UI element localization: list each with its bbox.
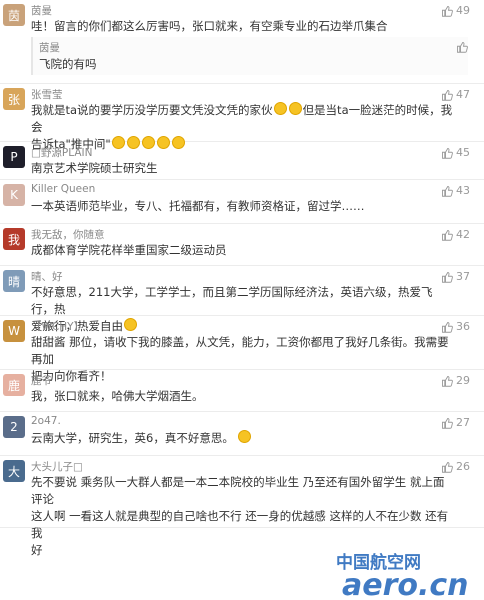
- thumb-up-icon: [442, 417, 453, 429]
- avatar[interactable]: K: [3, 184, 25, 206]
- like-count: 37: [456, 270, 470, 283]
- comment-item: W 【WCHY】 36 甜甜酱 那位，请收下我的膝盖，从文凭，能力，工资你都甩了我好几…: [0, 316, 484, 383]
- comment-text: 成都体育学院花样举重国家二级运动员: [31, 243, 227, 257]
- avatar[interactable]: 晴: [3, 270, 25, 292]
- grin-emoji-icon: [288, 102, 302, 115]
- thumb-up-icon: [442, 461, 453, 473]
- comment-text: 先不要说 乘务队一大群人都是一本二本院校的毕业生 乃至还有国外留学生 就上面评论: [31, 475, 445, 506]
- like-button[interactable]: 49: [441, 4, 470, 17]
- reply-like-button[interactable]: [456, 41, 468, 53]
- comment-item: 鹿鹿爷 29 我，张口就来，哈佛大学烟酒生。: [0, 370, 484, 412]
- username[interactable]: 鹿爷: [31, 373, 52, 388]
- thumb-up-icon: [442, 229, 453, 241]
- avatar[interactable]: 张: [3, 88, 25, 110]
- username[interactable]: 【WCHY】: [31, 319, 84, 334]
- comment-body: 一本英语师范毕业，专八、托福都有，有教师资格证，留过学……: [31, 198, 454, 215]
- like-button[interactable]: 36: [441, 320, 470, 333]
- avatar[interactable]: 茵: [3, 4, 25, 26]
- like-button[interactable]: 43: [441, 184, 470, 197]
- like-button[interactable]: 29: [441, 374, 470, 387]
- comment-item: 大大头儿子□ 26 先不要说 乘务队一大群人都是一本二本院校的毕业生 乃至还有国外留…: [0, 456, 484, 557]
- username[interactable]: 大头儿子□: [31, 459, 83, 474]
- comment-body: 我，张口就来，哈佛大学烟酒生。: [31, 388, 454, 405]
- comment-text: 一本英语师范毕业，专八、托福都有，有教师资格证，留过学……: [31, 199, 365, 213]
- comment-text: 我，张口就来，哈佛大学烟酒生。: [31, 389, 204, 403]
- comment-body: 先不要说 乘务队一大群人都是一本二本院校的毕业生 乃至还有国外留学生 就上面评论…: [31, 474, 454, 559]
- comment-body: 南京艺术学院硕士研究生: [31, 160, 454, 177]
- like-button[interactable]: 37: [441, 270, 470, 283]
- like-count: 29: [456, 374, 470, 387]
- like-button[interactable]: 45: [441, 146, 470, 159]
- comment-text-line2: 这人啊 一看这人就是典型的自己啥也不行 还一身的优越感 这样的人不在少数 还有 …: [31, 509, 449, 540]
- comment-body: 成都体育学院花样举重国家二级运动员: [31, 242, 454, 259]
- like-button[interactable]: 27: [441, 416, 470, 429]
- reply-username[interactable]: 茵曼: [39, 40, 60, 55]
- sweat-emoji-icon: [238, 430, 252, 443]
- reply-item: 茵曼 飞院的有吗: [31, 37, 468, 75]
- like-count: 27: [456, 416, 470, 429]
- comment-text: 甜甜酱 那位，请收下我的膝盖，从文凭，能力，工资你都甩了我好几条街。我需要再加: [31, 335, 449, 366]
- thumb-up-icon: [457, 42, 468, 53]
- thumb-up-icon: [442, 375, 453, 387]
- grin-emoji-icon: [273, 102, 287, 115]
- comment-item: P □野源PLAIN 45 南京艺术学院硕士研究生: [0, 142, 484, 180]
- username[interactable]: Killer Queen: [31, 183, 95, 195]
- thumb-up-icon: [442, 5, 453, 17]
- like-count: 43: [456, 184, 470, 197]
- avatar[interactable]: 我: [3, 228, 25, 250]
- comment-text-line3: 好: [31, 543, 43, 557]
- username[interactable]: 茵曼: [31, 3, 52, 18]
- avatar[interactable]: P: [3, 146, 25, 168]
- comment-body: 云南大学，研究生，英6，真不好意思。: [31, 430, 454, 447]
- username[interactable]: 我无敌，你随意: [31, 227, 105, 242]
- avatar[interactable]: W: [3, 320, 25, 342]
- comment-item: K Killer Queen 43 一本英语师范毕业，专八、托福都有，有教师资格证，留…: [0, 180, 484, 224]
- like-count: 26: [456, 460, 470, 473]
- comment-item: 我我无敌，你随意 42 成都体育学院花样举重国家二级运动员: [0, 224, 484, 266]
- comment-text: 不好意思，211大学，工学学士，而且第二学历国际经济法，英语六级，热爱飞行，热: [31, 285, 433, 316]
- like-button[interactable]: 47: [441, 88, 470, 101]
- username[interactable]: □野源PLAIN: [31, 145, 92, 160]
- comment-item: 晴晴、好 37 不好意思，211大学，工学学士，而且第二学历国际经济法，英语六级，热…: [0, 266, 484, 333]
- username[interactable]: 2o47.: [31, 415, 61, 427]
- comment-text: 云南大学，研究生，英6，真不好意思。: [31, 431, 234, 445]
- avatar[interactable]: 2: [3, 416, 25, 438]
- watermark-line2: aero.cn: [342, 568, 469, 600]
- thumb-up-icon: [442, 89, 453, 101]
- thumb-up-icon: [442, 147, 453, 159]
- comment-text: 我就是ta说的要学历没学历要文凭没文凭的家伙: [31, 103, 273, 117]
- like-count: 36: [456, 320, 470, 333]
- comment-item: 茵茵曼 49 哇！留言的你们都这么厉害吗，张口就来，有空乘专业的石边举爪集合 茵曼 飞院…: [0, 0, 484, 84]
- username[interactable]: 张雪莹: [31, 87, 63, 102]
- thumb-up-icon: [442, 185, 453, 197]
- avatar[interactable]: 大: [3, 460, 25, 482]
- watermark-logo: 中国航空网 aero.cn: [336, 552, 469, 600]
- comment-item: 2 2o47. 27 云南大学，研究生，英6，真不好意思。: [0, 412, 484, 456]
- username[interactable]: 晴、好: [31, 269, 63, 284]
- reply-text: 飞院的有吗: [39, 57, 97, 71]
- like-count: 47: [456, 88, 470, 101]
- comment-text: 南京艺术学院硕士研究生: [31, 161, 158, 175]
- thumb-up-icon: [442, 321, 453, 333]
- like-count: 45: [456, 146, 470, 159]
- comment-body: 哇！留言的你们都这么厉害吗，张口就来，有空乘专业的石边举爪集合: [31, 18, 454, 35]
- like-button[interactable]: 42: [441, 228, 470, 241]
- like-count: 49: [456, 4, 470, 17]
- thumb-up-icon: [442, 271, 453, 283]
- like-button[interactable]: 26: [441, 460, 470, 473]
- like-count: 42: [456, 228, 470, 241]
- avatar[interactable]: 鹿: [3, 374, 25, 396]
- comment-item: 张张雪莹 47 我就是ta说的要学历没学历要文凭没文凭的家伙 但是当ta一脸迷茫的时候…: [0, 84, 484, 151]
- comment-text: 哇！留言的你们都这么厉害吗，张口就来，有空乘专业的石边举爪集合: [31, 19, 388, 33]
